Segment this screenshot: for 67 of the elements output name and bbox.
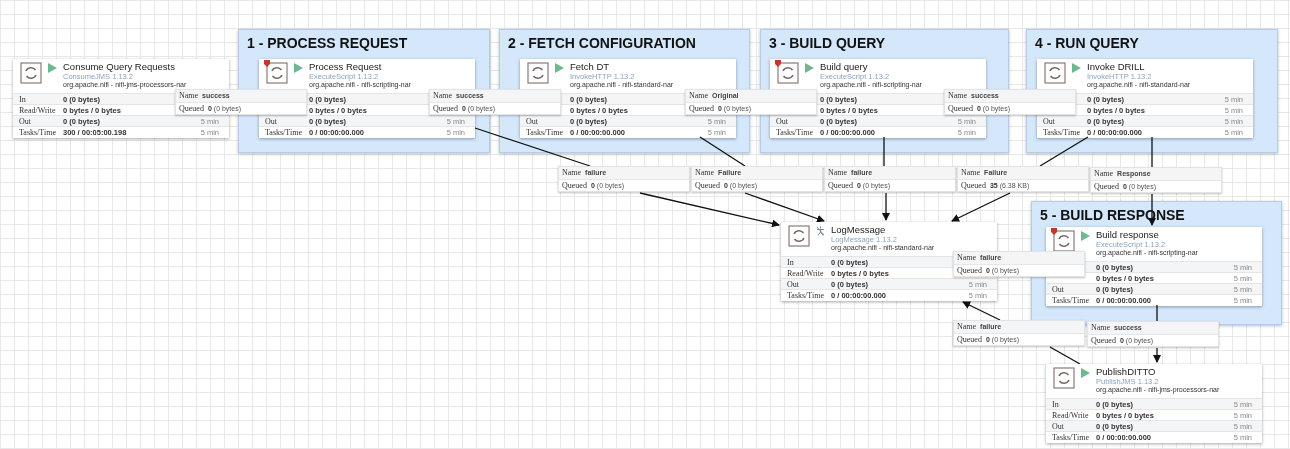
group-title: 3 - BUILD QUERY bbox=[769, 35, 886, 51]
stat-label: Read/Write bbox=[787, 268, 825, 278]
stat-label: Tasks/Time bbox=[526, 127, 564, 137]
name-label: Name bbox=[689, 91, 709, 101]
stat-label: Read/Write bbox=[1052, 410, 1090, 420]
processor-name: PublishDITTO bbox=[1096, 367, 1156, 377]
name-label: Name bbox=[695, 168, 715, 178]
processor-name: Fetch DT bbox=[570, 62, 610, 72]
name-label: Name bbox=[562, 168, 582, 178]
processor-icon bbox=[1044, 62, 1066, 84]
stat-label: Tasks/Time bbox=[1052, 432, 1090, 442]
processor-icon bbox=[20, 62, 42, 84]
name-label: Name bbox=[1094, 169, 1114, 179]
name-label: Name bbox=[948, 91, 968, 101]
processor-icon bbox=[777, 62, 799, 84]
name-label: Name bbox=[179, 91, 199, 101]
queued-label: Queued bbox=[957, 334, 982, 344]
group-title: 1 - PROCESS REQUEST bbox=[247, 35, 408, 51]
stat-label: Out bbox=[1052, 284, 1065, 294]
name-label: Name bbox=[957, 253, 977, 263]
processor-name: Consume Query Requests bbox=[63, 62, 175, 72]
stat-label: Out bbox=[19, 116, 32, 126]
processor-icon bbox=[1053, 367, 1075, 389]
stat-label: Tasks/Time bbox=[1052, 295, 1090, 305]
stat-label: In bbox=[787, 257, 795, 267]
stat-label: Read/Write bbox=[19, 105, 57, 115]
stat-label: Out bbox=[776, 116, 789, 126]
name-label: Name bbox=[961, 168, 981, 178]
name-label: Name bbox=[1091, 323, 1111, 333]
stat-label: Out bbox=[1043, 116, 1056, 126]
processor-icon bbox=[266, 62, 288, 84]
stat-label: In bbox=[1052, 399, 1060, 409]
queued-label: Queued bbox=[961, 180, 986, 190]
queued-label: Queued bbox=[695, 180, 720, 190]
group-title: 2 - FETCH CONFIGURATION bbox=[508, 35, 696, 51]
queued-label: Queued bbox=[1094, 181, 1119, 191]
processor-name: Build query bbox=[820, 62, 868, 72]
processor-name: LogMessage bbox=[831, 225, 886, 235]
connection-arrow[interactable] bbox=[1153, 304, 1161, 363]
stat-label: Out bbox=[1052, 421, 1065, 431]
stat-label: Out bbox=[787, 279, 800, 289]
processor-name: Invoke DRILL bbox=[1087, 62, 1145, 72]
queued-label: Queued bbox=[179, 103, 204, 113]
name-label: Name bbox=[828, 168, 848, 178]
queued-label: Queued bbox=[562, 180, 587, 190]
stat-label: Tasks/Time bbox=[787, 290, 825, 300]
name-label: Name bbox=[433, 91, 453, 101]
stat-label: In bbox=[19, 94, 27, 104]
stat-label: Out bbox=[265, 116, 278, 126]
stat-label: Tasks/Time bbox=[19, 127, 57, 137]
queued-label: Queued bbox=[957, 265, 982, 275]
queued-label: Queued bbox=[1091, 335, 1116, 345]
stat-label: Tasks/Time bbox=[1043, 127, 1081, 137]
stat-label: Out bbox=[526, 116, 539, 126]
queued-label: Queued bbox=[828, 180, 853, 190]
processor-name: Process Request bbox=[309, 62, 382, 72]
queued-label: Queued bbox=[948, 103, 973, 113]
processor-name: Build response bbox=[1096, 230, 1159, 240]
processor-icon bbox=[527, 62, 549, 84]
stat-label: Tasks/Time bbox=[265, 127, 303, 137]
processor-icon bbox=[1053, 230, 1075, 252]
stat-label: Tasks/Time bbox=[776, 127, 814, 137]
processor-icon bbox=[788, 225, 810, 247]
name-label: Name bbox=[957, 322, 977, 332]
group-title: 4 - RUN QUERY bbox=[1035, 35, 1139, 51]
queued-label: Queued bbox=[433, 103, 458, 113]
queued-label: Queued bbox=[689, 103, 714, 113]
